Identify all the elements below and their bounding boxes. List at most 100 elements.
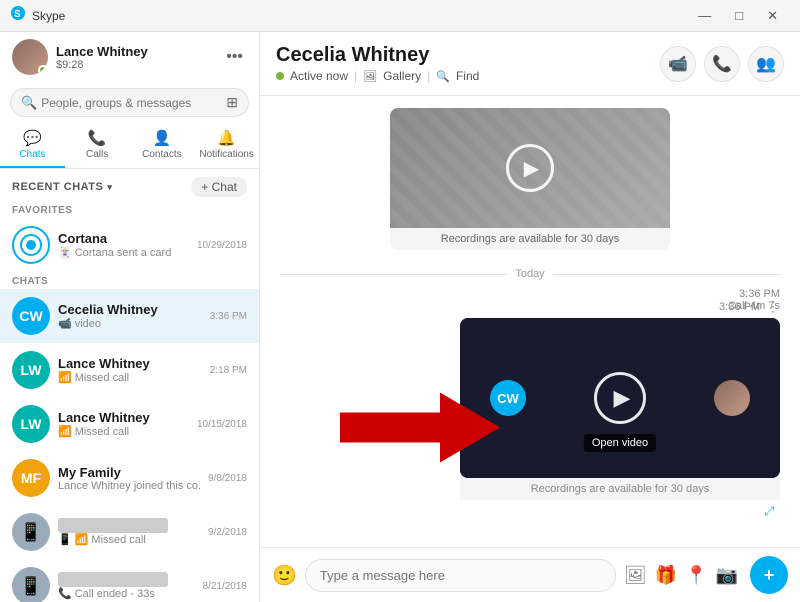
recording-note-bottom: Recordings are available for 30 days xyxy=(460,478,780,500)
calls-tab-label: Calls xyxy=(86,149,108,160)
list-item[interactable]: LW Lance Whitney 📶 Missed call 2:18 PM xyxy=(0,343,259,397)
add-person-icon: 👥 xyxy=(756,54,776,74)
avatar: 📱 xyxy=(12,513,50,551)
audio-call-button[interactable]: 📞 xyxy=(704,46,740,82)
search-icon: 🔍 xyxy=(21,95,37,111)
phone-icon: 📱 xyxy=(58,533,72,546)
tab-notifications[interactable]: 🔔 Notifications xyxy=(194,123,259,168)
avatar: 📱 xyxy=(12,567,50,602)
user-more-button[interactable]: ••• xyxy=(222,44,247,70)
list-item[interactable]: 📱 ████████████ 📞 Call ended - 33s 8/21/2… xyxy=(0,559,259,602)
message-input-area: 🙂 🖼 🎁 📍 📷 + xyxy=(260,547,800,602)
open-video-tooltip: Open video xyxy=(584,434,656,452)
missed-call-icon: 📶 xyxy=(58,371,72,384)
phone-icon: 📞 xyxy=(712,54,732,74)
contacts-icon: 👤 xyxy=(153,129,172,147)
contacts-tab-label: Contacts xyxy=(142,149,181,160)
message-input[interactable] xyxy=(305,559,616,592)
media-button[interactable]: 📷 xyxy=(716,565,738,586)
messages-area: ▶ Recordings are available for 30 days T… xyxy=(260,96,800,547)
list-item[interactable]: MF My Family Lance Whitney joined this c… xyxy=(0,451,259,505)
play-icon-dark: ▶ xyxy=(614,385,631,411)
status-dot xyxy=(38,65,48,75)
app-title: Skype xyxy=(32,9,686,23)
day-label: Today xyxy=(515,268,544,280)
list-item[interactable]: Cortana 🃏 Cortana sent a card 10/29/2018 xyxy=(0,218,259,272)
video-call-button[interactable]: 📹 xyxy=(660,46,696,82)
svg-text:S: S xyxy=(14,9,21,20)
avatar: LW xyxy=(12,405,50,443)
titlebar: S Skype — □ ✕ xyxy=(0,0,800,32)
list-item[interactable]: LW Lance Whitney 📶 Missed call 10/15/201… xyxy=(0,397,259,451)
grid-icon[interactable]: ⊞ xyxy=(226,94,238,111)
expand-icon[interactable]: ⤢ xyxy=(764,504,774,518)
tab-chats[interactable]: 💬 Chats xyxy=(0,123,65,168)
day-divider: Today xyxy=(280,268,780,280)
user-name: Lance Whitney xyxy=(56,44,222,59)
avatar: LW xyxy=(12,351,50,389)
emoji-button[interactable]: 🙂 xyxy=(272,563,297,588)
chat-status-bar: Active now | 🖼 Gallery | 🔍 Find xyxy=(276,69,479,83)
tab-contacts[interactable]: 👤 Contacts xyxy=(130,123,195,168)
call-info: 3:36 PM Call 4m 7s xyxy=(280,288,780,312)
chat-main: Cecelia Whitney Active now | 🖼 Gallery |… xyxy=(260,32,800,602)
recent-chats-header: RECENT CHATS ▾ + Chat xyxy=(0,169,259,201)
minimize-button[interactable]: — xyxy=(690,6,719,25)
app-icon: S xyxy=(10,5,26,26)
preview-icon: 🃏 xyxy=(58,246,72,259)
image-button[interactable]: 🖼 xyxy=(624,565,647,586)
chat-list: FAVORITES Cortana 🃏 Cortana sent a card … xyxy=(0,201,259,602)
user-header: Lance Whitney $9:28 ••• xyxy=(0,32,259,82)
add-chat-button[interactable]: + Chat xyxy=(191,177,247,197)
nav-tabs: 💬 Chats 📞 Calls 👤 Contacts 🔔 Notificatio… xyxy=(0,123,259,169)
gallery-link[interactable]: Gallery xyxy=(383,69,421,83)
find-icon: 🔍 xyxy=(436,70,450,83)
play-button-top[interactable]: ▶ xyxy=(506,144,554,192)
active-now-label: Active now xyxy=(290,69,348,83)
recording-note-top: Recordings are available for 30 days xyxy=(390,228,670,250)
avatar xyxy=(12,226,50,264)
red-arrow xyxy=(340,393,500,468)
gallery-icon: 🖼 xyxy=(363,70,377,83)
video-icon: 📹 xyxy=(668,54,688,74)
notifications-icon: 🔔 xyxy=(217,129,236,147)
chat-contact-name: Cecelia Whitney xyxy=(276,44,479,67)
status-online-dot xyxy=(276,72,284,80)
chevron-down-icon: ▾ xyxy=(107,182,112,193)
avatar xyxy=(12,39,48,75)
chat-header-actions: 📹 📞 👥 xyxy=(660,46,784,82)
recent-chats-title[interactable]: RECENT CHATS ▾ xyxy=(12,181,112,193)
chats-tab-label: Chats xyxy=(19,149,45,160)
contact-name: Cortana xyxy=(58,231,189,246)
gift-button[interactable]: 🎁 xyxy=(655,565,677,586)
video-icon: 📹 xyxy=(58,317,72,330)
user-balance: $9:28 xyxy=(56,59,222,71)
close-button[interactable]: ✕ xyxy=(759,6,786,26)
location-button[interactable]: 📍 xyxy=(685,565,707,586)
list-item[interactable]: 📱 ████████████ 📱 📶 Missed call 9/2/2018 xyxy=(0,505,259,559)
send-button[interactable]: + xyxy=(750,556,788,594)
more-options-button[interactable]: ⋮ xyxy=(766,298,780,315)
calls-icon: 📞 xyxy=(88,129,107,147)
right-avatar xyxy=(714,380,750,416)
play-icon: ▶ xyxy=(524,156,539,181)
avatar: CW xyxy=(12,297,50,335)
notifications-tab-label: Notifications xyxy=(199,149,253,160)
wifi-icon: 📶 xyxy=(75,533,89,546)
list-item[interactable]: CW Cecelia Whitney 📹 video 3:36 PM xyxy=(0,289,259,343)
play-button-dark[interactable]: ▶ xyxy=(594,372,646,424)
avatar: MF xyxy=(12,459,50,497)
phone-icon2: 📞 xyxy=(58,587,72,600)
search-bar: 🔍 ⊞ xyxy=(0,82,259,123)
maximize-button[interactable]: □ xyxy=(727,6,751,25)
chats-icon: 💬 xyxy=(23,129,42,147)
timestamp-2: 3:36 PM xyxy=(719,301,760,313)
favorites-label: FAVORITES xyxy=(0,201,259,218)
recording-card-top: ▶ Recordings are available for 30 days xyxy=(390,108,670,250)
recording-card-bottom: CW ▶ Open video xyxy=(460,318,780,522)
add-person-button[interactable]: 👥 xyxy=(748,46,784,82)
missed-call-icon: 📶 xyxy=(58,425,72,438)
tab-calls[interactable]: 📞 Calls xyxy=(65,123,130,168)
find-link[interactable]: Find xyxy=(456,69,479,83)
search-input[interactable] xyxy=(41,96,226,110)
